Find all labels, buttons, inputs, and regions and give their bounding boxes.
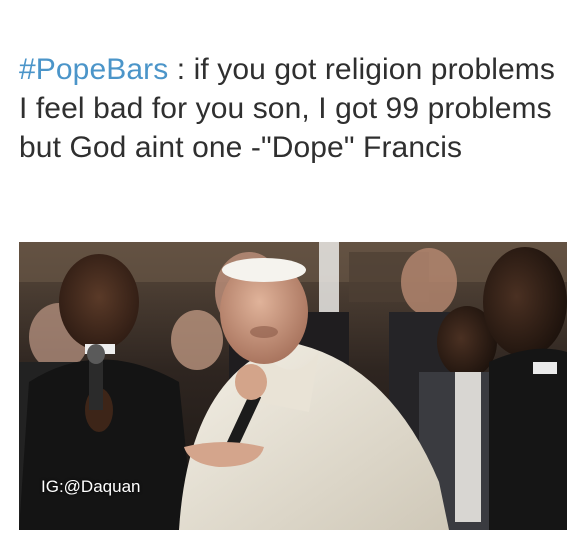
- left-priest-head: [59, 254, 139, 350]
- pope-zucchetto: [222, 258, 306, 282]
- right-priest-body: [489, 348, 567, 530]
- hashtag-link[interactable]: #PopeBars: [19, 53, 168, 86]
- right-priest-head: [483, 247, 567, 357]
- watermark-text: IG:@Daquan: [41, 477, 141, 496]
- post-text: #PopeBars : if you got religion problems…: [19, 50, 567, 167]
- left-priest-body: [19, 359, 194, 530]
